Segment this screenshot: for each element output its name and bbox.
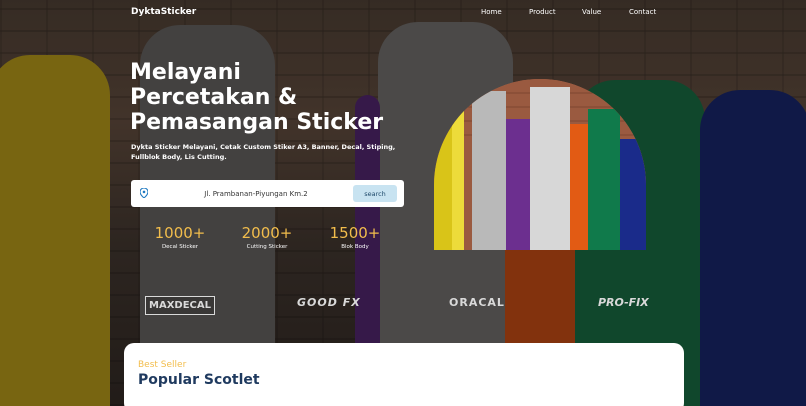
hero-title: Melayani Percetakan & Pemasangan Sticker bbox=[130, 60, 430, 135]
stat-label: Blok Body bbox=[341, 244, 369, 250]
nav-home[interactable]: Home bbox=[481, 8, 502, 16]
stat-value: 1000+ bbox=[154, 224, 206, 242]
stat-blok-body: 1500+ Blok Body bbox=[310, 224, 400, 250]
hero-title-line-3: Pemasangan Sticker bbox=[130, 110, 384, 135]
brand-logo[interactable]: DyktaSticker bbox=[131, 7, 196, 17]
hero-title-line-1: Melayani bbox=[130, 60, 241, 85]
stat-value: 2000+ bbox=[241, 224, 293, 242]
nav-contact[interactable]: Contact bbox=[629, 8, 656, 16]
partner-logo-profix: PRO-FIX bbox=[598, 296, 649, 309]
nav-value[interactable]: Value bbox=[582, 8, 601, 16]
stat-label: Cutting Sticker bbox=[246, 244, 288, 250]
location-pin-icon bbox=[140, 188, 148, 198]
hero-subtitle: Dykta Sticker Melayani, Cetak Custom Sti… bbox=[131, 143, 396, 161]
top-nav: DyktaSticker Home Product Value Contact bbox=[0, 0, 806, 26]
search-button[interactable]: search bbox=[353, 185, 397, 202]
section-kicker: Best Seller bbox=[138, 360, 187, 370]
hero-title-line-2: Percetakan & bbox=[130, 85, 298, 110]
section-title: Popular Scotlet bbox=[138, 372, 260, 388]
partner-logo-goodfx: GOOD FX bbox=[297, 296, 361, 309]
best-seller-section: Best Seller Popular Scotlet bbox=[124, 343, 684, 406]
stat-value: 1500+ bbox=[329, 224, 381, 242]
stat-label: Decal Sticker bbox=[161, 244, 199, 250]
location-search-bar: search bbox=[131, 180, 404, 207]
partner-logo-maxdecal: MAXDECAL bbox=[145, 296, 215, 315]
partner-logo-oracal: ORACAL bbox=[449, 296, 505, 309]
nav-product[interactable]: Product bbox=[529, 8, 556, 16]
stat-cutting: 2000+ Cutting Sticker bbox=[222, 224, 312, 250]
stat-decal: 1000+ Decal Sticker bbox=[135, 224, 225, 250]
search-input[interactable] bbox=[161, 184, 351, 203]
